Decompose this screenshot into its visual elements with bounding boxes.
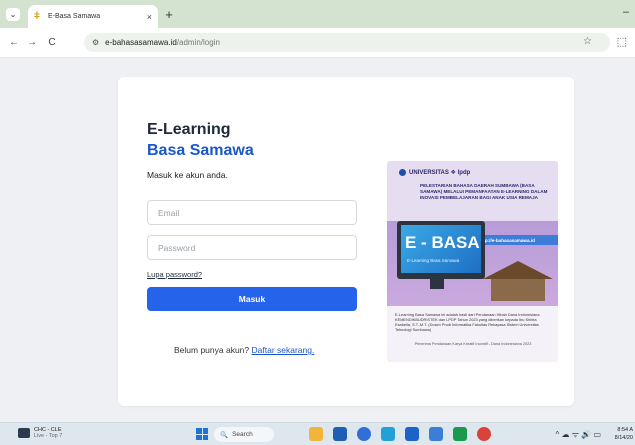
file-explorer-icon[interactable]	[309, 427, 323, 441]
store-icon[interactable]	[405, 427, 419, 441]
poster-text-area: E-Learning Basa Samawa ini adalah hasil …	[387, 306, 558, 362]
poster-logos-text: UNIVERSITAS ❖ lpdp	[409, 170, 471, 176]
mail-icon[interactable]	[429, 427, 443, 441]
taskbar-clock[interactable]: 8:54 A 8/14/20	[603, 426, 633, 442]
taskbar-search[interactable]: 🔍 Search	[214, 427, 274, 442]
clock-date: 8/14/20	[614, 435, 633, 441]
brand-subtitle: Basa Samawa	[147, 142, 254, 159]
login-card: E-Learning Basa Samawa Masuk ke akun and…	[118, 77, 574, 406]
extensions-icon[interactable]: ⬚	[617, 35, 627, 48]
forward-button[interactable]: →	[26, 37, 38, 48]
taskbar-apps	[309, 427, 491, 441]
brand-title: E-Learning	[147, 121, 231, 138]
tab-close-icon[interactable]: ×	[147, 12, 152, 22]
poster-description: E-Learning Basa Samawa ini adalah hasil …	[395, 312, 540, 332]
forgot-password-link[interactable]: Lupa password?	[147, 270, 202, 279]
search-icon: 🔍	[220, 431, 229, 439]
poster-app-subtitle: E-Learning Basa Samawa	[407, 258, 460, 263]
search-label: Search	[232, 431, 253, 438]
site-favicon-icon: ǂ	[34, 11, 40, 22]
monitor-screen: E - BASA E-Learning Basa Samawa	[401, 225, 481, 273]
weather-widget[interactable]: CHC - CLE Live - Top 7	[18, 427, 62, 439]
poster-logos: UNIVERSITAS ❖ lpdp	[399, 169, 470, 176]
login-instructions: Masuk ke akun anda.	[147, 170, 228, 180]
page-background: E-Learning Basa Samawa Masuk ke akun and…	[0, 58, 635, 422]
weather-icon	[18, 428, 30, 438]
poster-app-name: E - BASA	[405, 233, 480, 252]
app-icon[interactable]	[333, 427, 347, 441]
address-bar[interactable]: ⚙ e-bahasasamawa.id /admin/login ☆	[84, 33, 610, 52]
url-path: /admin/login	[176, 38, 220, 47]
register-prompt-text: Belum punya akun?	[174, 345, 250, 355]
monitor-icon: E - BASA E-Learning Basa Samawa	[397, 221, 485, 279]
site-info-icon[interactable]: ⚙	[92, 38, 99, 47]
poster-footer: Penerima Pendanaan Karya Kreatif Inovati…	[414, 342, 532, 346]
promo-poster: UNIVERSITAS ❖ lpdp PELESTARIAN BAHASA DA…	[387, 161, 558, 362]
windows-start-icon[interactable]	[196, 428, 208, 440]
browser-tab-strip: ⌄ ǂ E-Basa Samawa × + –	[0, 0, 635, 28]
weather-text: CHC - CLE Live - Top 7	[34, 427, 62, 439]
traditional-house-icon	[483, 261, 553, 301]
back-button[interactable]: ←	[8, 37, 20, 48]
password-input[interactable]	[147, 235, 357, 260]
bookmark-star-icon[interactable]: ☆	[583, 36, 592, 47]
register-link[interactable]: Daftar sekarang.	[252, 345, 315, 355]
reload-button[interactable]: C	[46, 37, 58, 48]
browser-tab-active[interactable]: ǂ E-Basa Samawa ×	[28, 5, 158, 28]
spreadsheet-icon[interactable]	[453, 427, 467, 441]
chrome-icon[interactable]	[357, 427, 371, 441]
browser-toolbar: ← → C ⚙ e-bahasasamawa.id /admin/login ☆…	[0, 28, 635, 58]
os-taskbar: CHC - CLE Live - Top 7 🔍 Search ^ ☁ ᯤ 🔊 …	[0, 422, 635, 445]
monitor-stand	[430, 279, 444, 289]
login-submit-button[interactable]: Masuk	[147, 287, 357, 311]
tab-title: E-Basa Samawa	[48, 13, 101, 20]
browser-icon[interactable]	[477, 427, 491, 441]
edge-icon[interactable]	[381, 427, 395, 441]
poster-heading: PELESTARIAN BAHASA DAERAH SUMBAWA (BASA …	[420, 183, 548, 200]
clock-time: 8:54 A	[617, 427, 633, 433]
email-input[interactable]	[147, 200, 357, 225]
tab-search-icon[interactable]: ⌄	[6, 8, 20, 21]
university-logo-icon	[399, 169, 406, 176]
url-host: e-bahasasamawa.id	[105, 38, 177, 47]
new-tab-button[interactable]: +	[161, 6, 177, 22]
poster-header-area: UNIVERSITAS ❖ lpdp PELESTARIAN BAHASA DA…	[387, 161, 558, 221]
system-tray[interactable]: ^ ☁ ᯤ 🔊 ▭	[556, 429, 601, 440]
weather-subtitle: Live - Top 7	[34, 433, 63, 439]
register-prompt: Belum punya akun? Daftar sekarang.	[174, 345, 314, 355]
window-minimize-button[interactable]: –	[623, 6, 629, 18]
poster-url: http://e-bahasasamawa.id	[475, 235, 558, 245]
